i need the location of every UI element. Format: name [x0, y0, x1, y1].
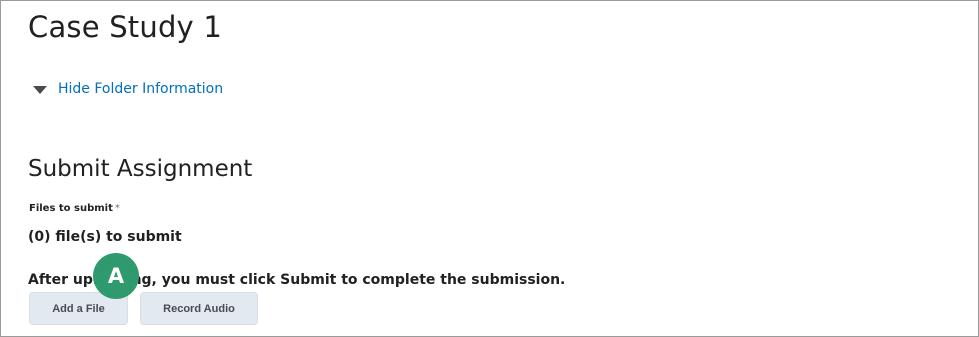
required-marker: *: [114, 203, 120, 214]
files-to-submit-text: Files to submit: [29, 203, 113, 214]
hide-folder-info-link[interactable]: Hide Folder Information: [58, 79, 223, 99]
submit-assignment-heading: Submit Assignment: [28, 156, 253, 182]
file-count-text: (0) file(s) to submit: [28, 229, 182, 245]
files-to-submit-label: Files to submit *: [29, 202, 120, 216]
callout-badge: A: [93, 253, 139, 299]
page-frame: Case Study 1 Hide Folder Information Sub…: [0, 0, 979, 337]
caret-down-icon: [33, 85, 47, 94]
record-audio-button[interactable]: Record Audio: [140, 292, 258, 325]
hide-folder-info-toggle[interactable]: Hide Folder Information: [33, 79, 223, 99]
page-title: Case Study 1: [28, 10, 222, 44]
